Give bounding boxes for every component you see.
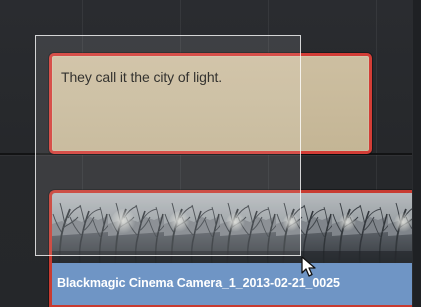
clip-name-bar: Blackmagic Cinema Camera_1_2013-02-21_00… [52, 263, 421, 305]
video-thumbnail-strip [52, 193, 421, 267]
video-clip[interactable]: Blackmagic Cinema Camera_1_2013-02-21_00… [49, 190, 421, 307]
vertical-scrollbar[interactable] [412, 0, 421, 307]
subtitle-clip-text: They call it the city of light. [61, 69, 223, 85]
clip-name: Blackmagic Cinema Camera_1_2013-02-21_00… [57, 276, 340, 290]
arrow-cursor-icon [300, 256, 318, 278]
timeline-editor[interactable]: They call it the city of light. Blackmag… [0, 0, 421, 307]
subtitle-clip[interactable]: They call it the city of light. [49, 53, 372, 154]
